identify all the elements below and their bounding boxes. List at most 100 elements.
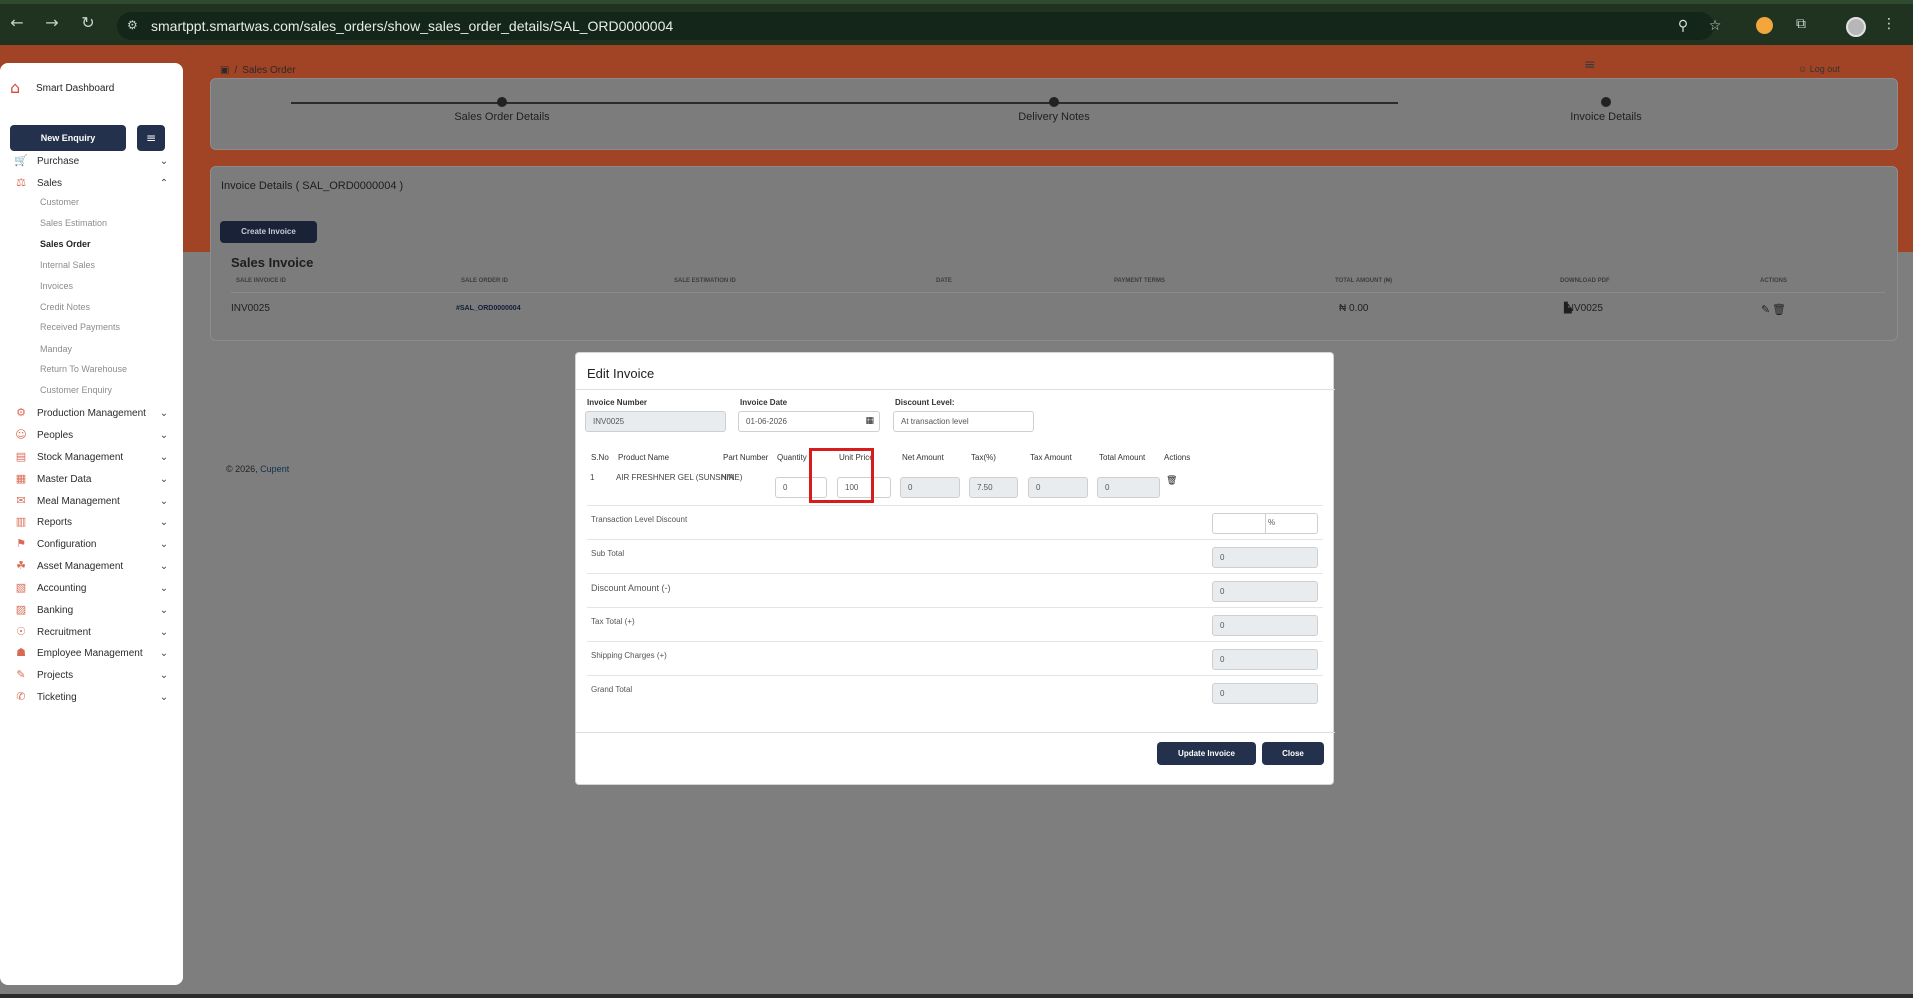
sidebar-subitem-manday[interactable]: Manday: [40, 344, 72, 358]
sidebar-subitem-sales-estimation[interactable]: Sales Estimation: [40, 218, 107, 232]
tax-total-label: Tax Total (+): [591, 617, 635, 626]
sidebar-item-label: Banking: [37, 604, 74, 616]
tab-strip: [0, 0, 1913, 4]
sidebar-subitem-customer-enquiry[interactable]: Customer Enquiry: [40, 385, 112, 399]
profile-avatar[interactable]: [1846, 17, 1866, 37]
tax-percent-field: 7.50: [969, 477, 1018, 498]
order-id-link[interactable]: #SAL_ORD0000004: [456, 305, 521, 312]
step-invoice-details[interactable]: Invoice Details: [1506, 97, 1706, 123]
create-invoice-button[interactable]: Create Invoice: [220, 221, 317, 243]
sidebar-subitem-credit-notes[interactable]: Credit Notes: [40, 302, 90, 316]
url-text[interactable]: smartppt.smartwas.com/sales_orders/show_…: [151, 18, 673, 34]
chevron-down-icon: ⌄: [159, 647, 169, 659]
sidebar-item-sales[interactable]: ⚖ Sales ⌃: [14, 174, 170, 192]
column-header: Total Amount: [1099, 453, 1146, 462]
sidebar-item-label: Sales: [37, 177, 63, 189]
reload-icon[interactable]: ↻: [79, 14, 97, 32]
bookmark-star-icon[interactable]: ☆: [1706, 17, 1724, 35]
sidebar-item-banking[interactable]: ▨ Banking ⌄: [14, 601, 170, 619]
subtotal-field: 0: [1212, 547, 1318, 568]
zoom-icon[interactable]: ⚲: [1674, 17, 1692, 35]
invoice-number-label: Invoice Number: [587, 398, 648, 407]
sidebar-item-label: Configuration: [37, 538, 97, 550]
people-icon: ☺: [15, 428, 27, 441]
browser-menu-icon[interactable]: ⋮: [1880, 15, 1898, 33]
extensions-puzzle-icon[interactable]: ⧉: [1792, 15, 1810, 33]
close-button[interactable]: Close: [1262, 742, 1324, 765]
update-invoice-button[interactable]: Update Invoice: [1157, 742, 1256, 765]
sidebar-subitem-customer[interactable]: Customer: [40, 197, 79, 211]
extension-icon[interactable]: [1756, 17, 1773, 34]
chevron-down-icon: ⌄: [159, 495, 169, 507]
sidebar-item-configuration[interactable]: ⚑ Configuration ⌄: [14, 535, 170, 553]
breadcrumb: ▣ / Sales Order: [220, 65, 296, 76]
sidebar-subitem-return-to-warehouse[interactable]: Return To Warehouse: [40, 364, 127, 378]
sidebar-item-ticketing[interactable]: ✆ Ticketing ⌄: [14, 688, 170, 706]
address-bar[interactable]: ⚙ smartppt.smartwas.com/sales_orders/sho…: [117, 12, 1721, 40]
sidebar-item-projects[interactable]: ✎ Projects ⌄: [14, 666, 170, 684]
discount-level-select[interactable]: At transaction level: [893, 411, 1034, 432]
sidebar-item-label: Reports: [37, 516, 73, 528]
sidebar-subitem-received-payments[interactable]: Received Payments: [40, 322, 120, 336]
chevron-down-icon: ⌄: [159, 604, 169, 616]
sidebar-item-peoples[interactable]: ☺ Peoples ⌄: [14, 426, 170, 444]
invoice-table-header: SALE INVOICE ID SALE ORDER ID SALE ESTIM…: [231, 278, 1881, 290]
home-icon[interactable]: ▣: [220, 65, 229, 76]
sidebar-subitem-sales-order[interactable]: Sales Order: [40, 239, 91, 253]
step-sales-order-details[interactable]: Sales Order Details: [402, 97, 602, 123]
subtotal-label: Sub Total: [591, 549, 625, 558]
transaction-discount-input[interactable]: %: [1212, 513, 1318, 534]
step-delivery-notes[interactable]: Delivery Notes: [954, 97, 1154, 123]
forward-icon[interactable]: →: [43, 14, 61, 32]
chevron-down-icon: ⌄: [159, 516, 169, 528]
calendar-icon[interactable]: ▦: [865, 412, 874, 431]
sidebar-subitem-invoices[interactable]: Invoices: [40, 281, 73, 295]
scale-icon: ⚖: [16, 176, 26, 189]
sidebar-item-production-management[interactable]: ⚙ Production Management ⌄: [14, 404, 170, 422]
column-header: DATE: [936, 278, 952, 284]
invoice-date-value: 01-06-2026: [746, 417, 787, 426]
sidebar-subitem-internal-sales[interactable]: Internal Sales: [40, 260, 95, 274]
site-info-icon[interactable]: ⚙: [127, 18, 143, 34]
sidebar-item-recruitment[interactable]: ☉ Recruitment ⌄: [14, 623, 170, 641]
chevron-down-icon: ⌄: [159, 669, 169, 681]
logout-link[interactable]: ☺ Log out: [1798, 64, 1840, 74]
cart-icon: 🛒: [14, 154, 28, 167]
step-label: Delivery Notes: [1018, 111, 1090, 123]
sidebar-item-master-data[interactable]: ▦ Master Data ⌄: [14, 470, 170, 488]
column-header: DOWNLOAD PDF: [1560, 278, 1610, 284]
chevron-down-icon: ⌄: [159, 451, 169, 463]
input-separator: [1265, 514, 1266, 533]
new-enquiry-button[interactable]: New Enquiry: [10, 125, 126, 151]
brand[interactable]: ⌂ Smart Dashboard: [10, 78, 114, 98]
bottom-edge: [0, 994, 1913, 998]
invoice-date-field[interactable]: 01-06-2026 ▦: [738, 411, 880, 432]
sidebar-item-purchase[interactable]: 🛒 Purchase ⌄: [14, 152, 170, 170]
chevron-down-icon: ⌄: [159, 626, 169, 638]
sidebar-item-label: Asset Management: [37, 560, 124, 572]
invoice-date-label: Invoice Date: [740, 398, 788, 407]
accounting-icon: ▧: [15, 581, 27, 594]
store-logo-icon: ⌂: [10, 78, 21, 97]
hamburger-icon[interactable]: ≡: [1584, 57, 1596, 73]
gear-icon: ⚙: [16, 406, 26, 419]
sidebar-toggle-button[interactable]: ≡: [137, 125, 165, 151]
sidebar-item-stock-management[interactable]: ▤ Stock Management ⌄: [14, 448, 170, 466]
edit-icon[interactable]: ✎: [1761, 303, 1770, 316]
sidebar-item-meal-management[interactable]: ✉ Meal Management ⌄: [14, 492, 170, 510]
shipping-charges-field: 0: [1212, 649, 1318, 670]
table-row: INV0025 #SAL_ORD0000004 ₦ 0.00 ▙ INV0025…: [231, 303, 1881, 317]
trash-icon[interactable]: 🗑: [1166, 476, 1177, 486]
transaction-discount-label: Transaction Level Discount: [591, 515, 688, 524]
sidebar-item-employee-management[interactable]: ☗ Employee Management ⌄: [14, 644, 170, 662]
column-header: ACTIONS: [1760, 278, 1787, 284]
back-icon[interactable]: ←: [8, 14, 26, 32]
footer-brand-link[interactable]: Cupent: [260, 464, 289, 474]
sidebar-item-accounting[interactable]: ▧ Accounting ⌄: [14, 579, 170, 597]
sidebar-item-label: Master Data: [37, 473, 92, 485]
column-header: Part Number: [723, 453, 769, 462]
sidebar-item-asset-management[interactable]: ☘ Asset Management ⌄: [14, 557, 170, 575]
divider: [587, 675, 1323, 676]
sidebar-item-reports[interactable]: ▥ Reports ⌄: [14, 513, 170, 531]
trash-icon[interactable]: 🗑: [1772, 303, 1786, 316]
